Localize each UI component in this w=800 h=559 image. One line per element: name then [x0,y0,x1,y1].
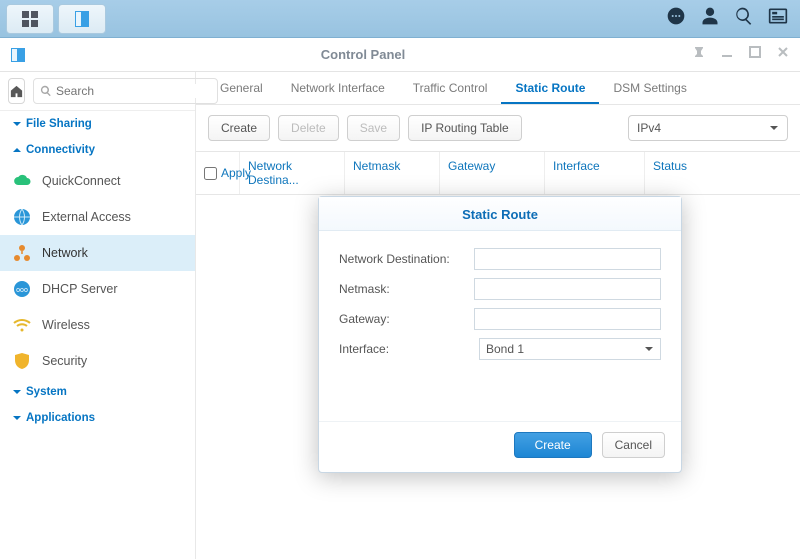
section-label: File Sharing [26,118,92,130]
label-gateway: Gateway: [339,312,474,326]
table-header: Apply Network Destina... Netmask Gateway… [196,151,800,195]
select-interface[interactable]: Bond 1 [479,338,661,360]
close-icon[interactable] [776,45,790,64]
sidebar-item-label: Wireless [42,318,90,332]
globe-icon [12,207,32,227]
input-gateway[interactable] [474,308,661,330]
user-icon[interactable] [700,6,720,31]
window-app-icon [10,47,26,63]
search-input[interactable] [56,84,211,98]
column-network-destination[interactable]: Network Destina... [240,152,345,194]
sidebar-item-external-access[interactable]: External Access [0,199,195,235]
select-value: Bond 1 [486,342,524,356]
tab-bar: General Network Interface Traffic Contro… [196,72,800,105]
section-label: Applications [26,412,95,424]
column-interface[interactable]: Interface [545,152,645,194]
chevron-down-icon [769,123,779,133]
section-label: System [26,386,67,398]
tab-dsm-settings[interactable]: DSM Settings [599,72,700,104]
sidebar-item-network[interactable]: Network [0,235,195,271]
sidebar-item-wireless[interactable]: Wireless [0,307,195,343]
ip-routing-table-button[interactable]: IP Routing Table [408,115,522,141]
section-connectivity[interactable]: Connectivity [0,137,195,163]
pin-icon[interactable] [692,45,706,64]
sidebar-item-quickconnect[interactable]: QuickConnect [0,163,195,199]
app-launcher-button[interactable] [6,4,54,34]
sidebar: File Sharing Connectivity QuickConnect E… [0,72,196,559]
delete-button[interactable]: Delete [278,115,339,141]
dialog-cancel-button[interactable]: Cancel [602,432,665,458]
maximize-icon[interactable] [748,45,762,64]
section-applications[interactable]: Applications [0,405,195,431]
tab-static-route[interactable]: Static Route [501,72,599,104]
tab-traffic-control[interactable]: Traffic Control [399,72,502,104]
column-status[interactable]: Status [645,152,800,194]
dhcp-icon: ooo [12,279,32,299]
select-value: IPv4 [637,121,661,135]
search-input-wrapper[interactable] [33,78,218,104]
section-system[interactable]: System [0,379,195,405]
create-button[interactable]: Create [208,115,270,141]
section-label: Connectivity [26,144,95,156]
ip-version-select[interactable]: IPv4 [628,115,788,141]
search-icon[interactable] [734,6,754,31]
label-interface: Interface: [339,342,479,356]
sidebar-item-label: External Access [42,210,131,224]
chevron-down-icon [12,387,22,397]
tab-general[interactable]: General [206,72,277,104]
column-gateway[interactable]: Gateway [440,152,545,194]
sidebar-item-label: QuickConnect [42,174,121,188]
section-file-sharing[interactable]: File Sharing [0,111,195,137]
chevron-down-icon [12,413,22,423]
home-button[interactable] [8,78,25,104]
select-all-checkbox[interactable] [204,167,217,180]
svg-text:ooo: ooo [16,287,28,294]
label-network-destination: Network Destination: [339,252,474,266]
sidebar-item-label: Security [42,354,87,368]
chevron-down-icon [12,119,22,129]
widgets-icon[interactable] [768,6,788,31]
label-netmask: Netmask: [339,282,474,296]
chevron-up-icon [12,145,22,155]
system-taskbar [0,0,800,38]
column-netmask[interactable]: Netmask [345,152,440,194]
sidebar-item-security[interactable]: Security [0,343,195,379]
wifi-icon [12,315,32,335]
toolbar: Create Delete Save IP Routing Table IPv4 [196,105,800,151]
network-icon [12,243,32,263]
control-panel-task-button[interactable] [58,4,106,34]
dialog-create-button[interactable]: Create [514,432,592,458]
cloud-icon [12,171,32,191]
select-all-cell[interactable]: Apply [196,152,240,194]
sidebar-item-label: DHCP Server [42,282,117,296]
window-titlebar: Control Panel [0,38,800,72]
sidebar-item-dhcp-server[interactable]: ooo DHCP Server [0,271,195,307]
static-route-dialog: Static Route Network Destination: Netmas… [318,196,682,473]
save-button[interactable]: Save [347,115,400,141]
window-title: Control Panel [34,47,692,62]
dialog-title: Static Route [319,197,681,231]
sidebar-item-label: Network [42,246,88,260]
minimize-icon[interactable] [720,45,734,64]
input-netmask[interactable] [474,278,661,300]
shield-icon [12,351,32,371]
tab-network-interface[interactable]: Network Interface [277,72,399,104]
input-network-destination[interactable] [474,248,661,270]
chevron-down-icon [644,344,654,354]
search-icon [40,85,52,97]
notifications-icon[interactable] [666,6,686,31]
